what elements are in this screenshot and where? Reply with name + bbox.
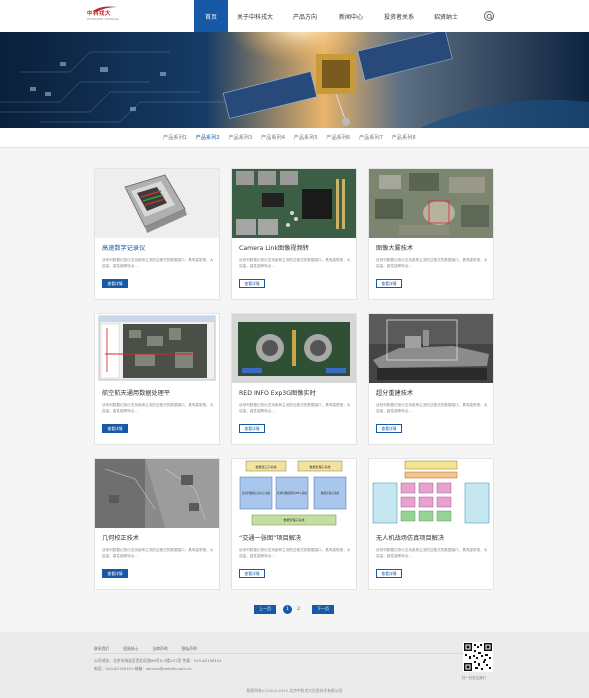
product-description: 该系列数据记录仪支持各种主流的过程式的数据接口，具有高带宽，大容量，高性能等特点… (102, 258, 214, 268)
product-title[interactable]: 几何校正技术 (102, 533, 139, 542)
search-icon[interactable] (484, 11, 494, 21)
product-card[interactable]: 无人机战场仿真项目解决 该系列数据记录仪支持各种主流的过程式的数据接口，具有高带… (368, 458, 494, 590)
product-title[interactable]: 航空航天通用数据处理平 (102, 388, 170, 397)
category-tab-5[interactable]: 产品系列5 (294, 134, 318, 141)
footer-address: 公司地址：北京市海淀区西北旺路66号D-3楼201室 传真：010-821561… (94, 658, 222, 663)
product-image-super-resolution[interactable] (369, 314, 493, 383)
product-category-nav: 产品系列1 产品系列2 产品系列3 产品系列4 产品系列5 产品系列6 产品系列… (0, 128, 589, 148)
logo-subtext: ZHONGKE RONGDA (87, 17, 120, 21)
product-description: 该系列数据记录仪支持各种主流的过程式的数据接口，具有高带宽，大容量，高性能等特点… (376, 548, 488, 558)
product-description: 该系列数据记录仪支持各种主流的过程式的数据接口，具有高带宽，大容量，高性能等特点… (239, 403, 351, 413)
product-image-red-info[interactable] (232, 314, 356, 383)
logo[interactable]: 中科戎大 ZHONGKE RONGDA (87, 5, 127, 29)
product-description: 该系列数据记录仪支持各种主流的过程式的数据接口，具有高带宽，大容量，高性能等特点… (239, 548, 351, 558)
footer-link-contact[interactable]: 联系我们 (94, 646, 109, 652)
traffic-system-diagram: 数据接口子系统 数据处理子系统 该系列数据记录仪子系统 交通局数据服务IPE子系… (239, 460, 347, 526)
view-details-button[interactable]: 查看详情 (239, 279, 265, 288)
product-card[interactable]: 数据接口子系统 数据处理子系统 该系列数据记录仪子系统 交通局数据服务IPE子系… (231, 458, 357, 590)
qr-caption: 扫一扫关注我们 (462, 676, 486, 680)
product-description: 该系列数据记录仪支持各种主流的过程式的数据接口，具有高带宽，大容量，高性能等特点… (102, 548, 214, 558)
product-title[interactable]: 高速数字记录仪 (102, 243, 145, 252)
logo-text: 中科戎大 (87, 11, 112, 17)
product-description: 该系列数据记录仪支持各种主流的过程式的数据接口，具有高带宽，大容量，高性能等特点… (376, 258, 488, 268)
view-details-button[interactable]: 查看详情 (239, 424, 265, 433)
category-tab-1[interactable]: 产品系列1 (163, 134, 187, 141)
product-image-traffic-map-diagram[interactable]: 数据接口子系统 数据处理子系统 该系列数据记录仪子系统 交通局数据服务IPE子系… (232, 459, 356, 528)
view-details-button[interactable]: 查看详情 (102, 424, 128, 433)
product-title[interactable]: “交通一张图”项目解决 (239, 533, 301, 542)
footer-link-careers[interactable]: 招贤纳士 (123, 646, 138, 652)
main-nav: 首页 关于中科戎大 产品方向 新闻中心 投资者关系 招贤纳士 (194, 0, 468, 32)
product-image-uav-simulation-diagram[interactable] (369, 459, 493, 528)
view-details-button[interactable]: 查看详情 (102, 569, 128, 578)
view-details-button[interactable]: 查看详情 (376, 424, 402, 433)
product-title[interactable]: 图像大雾技术 (376, 243, 413, 252)
view-details-button[interactable]: 查看详情 (376, 569, 402, 578)
site-footer: 联系我们 招贤纳士 法律声明 隐私声明 公司地址：北京市海淀区西北旺路66号D-… (0, 632, 589, 698)
product-card[interactable]: 高速数字记录仪 该系列数据记录仪支持各种主流的过程式的数据接口，具有高带宽，大容… (94, 168, 220, 300)
product-description: 该系列数据记录仪支持各种主流的过程式的数据接口，具有高带宽，大容量，高性能等特点… (239, 258, 351, 268)
diagram-box-right: 数据存储子系统 (321, 491, 340, 495)
qr-code-icon (463, 642, 493, 672)
product-card[interactable]: 图像大雾技术 该系列数据记录仪支持各种主流的过程式的数据接口，具有高带宽，大容量… (368, 168, 494, 300)
category-tab-2[interactable]: 产品系列2 (196, 134, 220, 141)
pagination: 上一页 1 2 下一页 (254, 604, 334, 614)
page-number-2[interactable]: 2 (294, 605, 303, 614)
diagram-box-bottom: 数据管理子系统 (283, 517, 304, 522)
product-image-recorder[interactable] (95, 169, 219, 238)
category-tab-3[interactable]: 产品系列3 (228, 134, 252, 141)
product-description: 该系列数据记录仪支持各种主流的过程式的数据接口，具有高带宽，大容量，高性能等特点… (102, 403, 214, 413)
diagram-box-top2: 数据处理子系统 (309, 464, 330, 469)
product-image-aerospace-platform[interactable] (95, 314, 219, 383)
copyright: 版权所有(C)2004-2012 北京中科戎大信息技术有限公司 (246, 688, 343, 693)
footer-divider (94, 653, 492, 654)
product-grid: 高速数字记录仪 该系列数据记录仪支持各种主流的过程式的数据接口，具有高带宽，大容… (0, 148, 589, 632)
nav-item-investors[interactable]: 投资者关系 (374, 0, 424, 32)
page-number-1[interactable]: 1 (283, 604, 292, 614)
product-card[interactable]: 航空航天通用数据处理平 该系列数据记录仪支持各种主流的过程式的数据接口，具有高带… (94, 313, 220, 445)
category-tab-6[interactable]: 产品系列6 (326, 134, 350, 141)
product-card[interactable]: Camera Link图像视频转 该系列数据记录仪支持各种主流的过程式的数据接口… (231, 168, 357, 300)
nav-item-home[interactable]: 首页 (194, 0, 228, 32)
category-tab-7[interactable]: 产品系列7 (359, 134, 383, 141)
diagram-box-middle: 交通局数据服务IPE子系统 (277, 491, 307, 495)
diagram-box-left: 该系列数据记录仪子系统 (242, 491, 271, 495)
view-details-button[interactable]: 查看详情 (102, 279, 128, 288)
product-card[interactable]: 几何校正技术 该系列数据记录仪支持各种主流的过程式的数据接口，具有高带宽，大容量… (94, 458, 220, 590)
nav-item-products[interactable]: 产品方向 (282, 0, 328, 32)
product-title[interactable]: Camera Link图像视频转 (239, 243, 309, 252)
satellite-banner-image (0, 32, 589, 128)
view-details-button[interactable]: 查看详情 (239, 569, 265, 578)
site-header: 中科戎大 ZHONGKE RONGDA 首页 关于中科戎大 产品方向 新闻中心 … (0, 0, 589, 32)
nav-item-careers[interactable]: 招贤纳士 (424, 0, 468, 32)
prev-page-button[interactable]: 上一页 (254, 604, 276, 614)
product-image-fog[interactable] (369, 169, 493, 238)
product-card[interactable]: 超分重建技术 该系列数据记录仪支持各种主流的过程式的数据接口，具有高带宽，大容量… (368, 313, 494, 445)
hero-banner (0, 32, 589, 128)
footer-link-privacy[interactable]: 隐私声明 (182, 646, 197, 652)
footer-contact: 电话：010-82156101 邮箱：service@redinfo.com.c… (94, 666, 192, 671)
nav-item-about[interactable]: 关于中科戎大 (228, 0, 282, 32)
category-tab-8[interactable]: 产品系列8 (392, 134, 416, 141)
category-tab-4[interactable]: 产品系列4 (261, 134, 285, 141)
product-image-geometric-correction[interactable] (95, 459, 219, 528)
product-title[interactable]: RED INFO Exp3G图像实时 (239, 388, 316, 397)
view-details-button[interactable]: 查看详情 (376, 279, 402, 288)
product-title[interactable]: 超分重建技术 (376, 388, 413, 397)
diagram-box-top: 数据接口子系统 (255, 464, 276, 469)
footer-links: 联系我们 招贤纳士 法律声明 隐私声明 (94, 646, 211, 652)
product-card[interactable]: RED INFO Exp3G图像实时 该系列数据记录仪支持各种主流的过程式的数据… (231, 313, 357, 445)
product-description: 该系列数据记录仪支持各种主流的过程式的数据接口，具有高带宽，大容量，高性能等特点… (376, 403, 488, 413)
product-image-camera-link[interactable] (232, 169, 356, 238)
next-page-button[interactable]: 下一页 (312, 604, 334, 614)
footer-link-legal[interactable]: 法律声明 (152, 646, 167, 652)
product-title[interactable]: 无人机战场仿真项目解决 (376, 533, 444, 542)
nav-item-news[interactable]: 新闻中心 (328, 0, 374, 32)
